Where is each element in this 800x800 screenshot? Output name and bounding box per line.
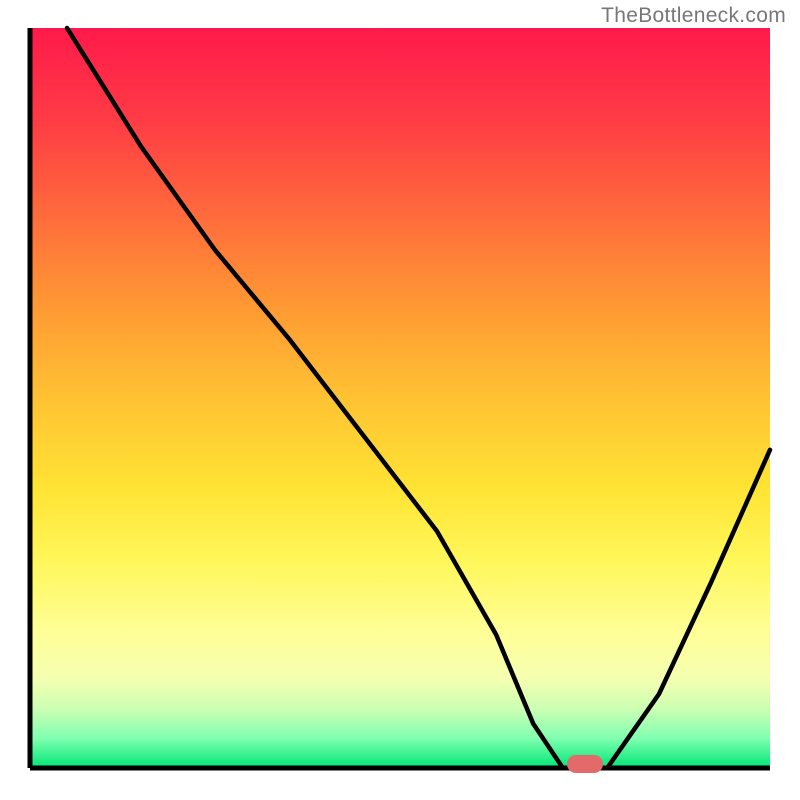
chart-container: TheBottleneck.com (0, 0, 800, 800)
plot-area (30, 28, 770, 773)
bottleneck-chart (0, 0, 800, 800)
optimal-marker (567, 755, 603, 773)
gradient-background (30, 28, 770, 768)
